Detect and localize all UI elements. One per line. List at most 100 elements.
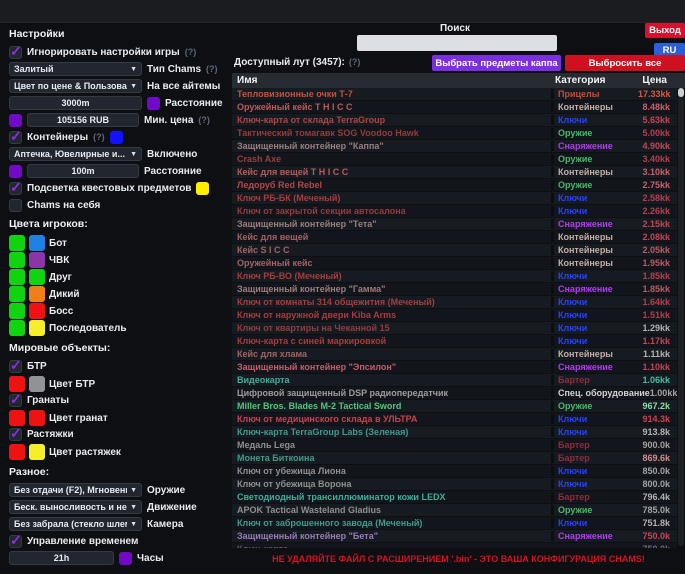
color-swatch[interactable] [147, 97, 160, 110]
table-row[interactable]: Ключ РБ-БК (Меченый)Ключи2.58kk [232, 192, 677, 204]
color-swatch[interactable] [9, 114, 22, 127]
table-row[interactable]: Ключ от наружной двери Kiba ArmsКлючи1.5… [232, 309, 677, 321]
weapon-dropdown[interactable]: Без отдачи (F2), Мгновенное п▼ [9, 483, 142, 497]
table-row[interactable]: APOK Tactical Wasteland GladiusОружие785… [232, 504, 677, 516]
table-row[interactable]: Ключ-карта750.0k [232, 543, 677, 548]
item-name: Защищенный контейнер "Эпсилон" [232, 362, 551, 372]
player-type-label: Последователь [49, 323, 127, 334]
table-row[interactable]: Тактический томагавк SOG Voodoo HawkОруж… [232, 127, 677, 139]
table-row[interactable]: Защищенный контейнер "Гамма"Снаряжение1.… [232, 283, 677, 295]
color-swatch[interactable] [29, 235, 45, 251]
grenades-checkbox[interactable] [9, 394, 22, 407]
chams-type-dropdown[interactable]: Залитый▼ [9, 62, 142, 76]
color-mode-dropdown[interactable]: Цвет по цене & Пользователь▼ [9, 79, 142, 93]
table-row[interactable]: Тепловизионные очки Т-7Прицелы17.33kk [232, 88, 677, 100]
table-row[interactable]: Кейс для хламаКонтейнеры1.11kk [232, 348, 677, 360]
table-row[interactable]: Защищенный контейнер "Тета"Снаряжение2.1… [232, 218, 677, 230]
table-row[interactable]: Ключ от убежища ВоронаКлючи800.0k [232, 478, 677, 490]
table-row[interactable]: Miller Bros. Blades M-2 Tactical SwordОр… [232, 400, 677, 412]
containers-distance-input[interactable]: 100m [27, 164, 139, 178]
color-swatch[interactable] [29, 269, 45, 285]
color-swatch[interactable] [9, 286, 25, 302]
table-row[interactable]: Ключ от квартиры на Чеканной 15Ключи1.29… [232, 322, 677, 334]
chams-self-checkbox[interactable] [9, 199, 22, 212]
table-row[interactable]: Crash AxeОружие3.40kk [232, 153, 677, 165]
color-swatch[interactable] [29, 376, 45, 392]
search-input[interactable] [357, 35, 557, 51]
table-row[interactable]: Оружейный кейсКонтейнеры1.95kk [232, 257, 677, 269]
help-hint: (?) [93, 132, 105, 142]
item-category: Ключи [551, 323, 638, 333]
table-row[interactable]: Ключ от заброшенного завода (Меченый)Клю… [232, 517, 677, 529]
item-price: 1.11kk [638, 349, 677, 359]
item-price: 2.08kk [638, 232, 677, 242]
table-row[interactable]: Ключ от убежища ЛионаКлючи850.0k [232, 465, 677, 477]
title-bar [0, 0, 685, 23]
color-swatch[interactable] [29, 320, 45, 336]
containers-distance-label: Расстояние [144, 166, 202, 177]
containers-filter-dropdown[interactable]: Аптечка, Ювелирные и...▼ [9, 147, 142, 161]
color-swatch[interactable] [9, 269, 25, 285]
color-swatch[interactable] [9, 165, 22, 178]
select-kappa-items-button[interactable]: Выбрать предметы каппа [432, 55, 561, 71]
table-row[interactable]: Светодиодный трансиллюминатор кожи LEDXБ… [232, 491, 677, 503]
item-name: Ключ РБ-ВО (Меченый) [232, 271, 551, 281]
min-price-input[interactable]: 105156 RUB [27, 113, 139, 127]
scrollbar-thumb[interactable] [678, 88, 684, 97]
item-price: 1.85kk [638, 284, 677, 294]
color-swatch[interactable] [110, 131, 123, 144]
table-row[interactable]: Защищенный контейнер "Каппа"Снаряжение4.… [232, 140, 677, 152]
color-swatch[interactable] [29, 252, 45, 268]
color-swatch[interactable] [9, 252, 25, 268]
table-row[interactable]: Оружейный кейс T H I C CКонтейнеры8.48kk [232, 101, 677, 113]
table-row[interactable]: Ключ РБ-ВО (Меченый)Ключи1.85kk [232, 270, 677, 282]
btr-checkbox[interactable] [9, 360, 22, 373]
color-swatch[interactable] [9, 303, 25, 319]
table-row[interactable]: Ключ-карта с синей маркировкойКлючи1.17k… [232, 335, 677, 347]
color-swatch[interactable] [29, 410, 45, 426]
table-row[interactable]: Ключ от комнаты 314 общежития (Меченый)К… [232, 296, 677, 308]
table-row[interactable]: Цифровой защищенный DSP радиопередатчикС… [232, 387, 677, 399]
color-swatch[interactable] [29, 303, 45, 319]
table-row[interactable]: Кейс для вещей T H I C CКонтейнеры3.10kk [232, 166, 677, 178]
tripwires-checkbox[interactable] [9, 428, 22, 441]
color-swatch[interactable] [9, 444, 25, 460]
color-swatch[interactable] [9, 320, 25, 336]
ignore-game-settings-checkbox[interactable] [9, 46, 22, 59]
item-price: 3.40kk [638, 154, 677, 164]
drop-all-button[interactable]: Выбросить все [565, 55, 685, 71]
color-swatch[interactable] [29, 444, 45, 460]
table-row[interactable]: Кейс S I C CКонтейнеры2.05kk [232, 244, 677, 256]
table-row[interactable]: Ключ от закрытой секции автосалонаКлючи2… [232, 205, 677, 217]
table-row[interactable]: Ледоруб Red RebelОружие2.75kk [232, 179, 677, 191]
item-name: Оружейный кейс T H I C C [232, 102, 551, 112]
camera-dropdown[interactable]: Без забрала (стекло шлема)▼ [9, 517, 142, 531]
item-category: Ключи [551, 115, 638, 125]
table-row[interactable]: Ключ-карта TerraGroup Labs (Зеленая)Ключ… [232, 426, 677, 438]
table-row[interactable]: Ключ от медицинского склада в УЛЬТРАКлюч… [232, 413, 677, 425]
exit-button[interactable]: Выход [645, 23, 685, 38]
scrollbar-track[interactable] [678, 88, 684, 546]
table-row[interactable]: Защищенный контейнер "Эпсилон"Снаряжение… [232, 361, 677, 373]
table-row[interactable]: Медаль LegaБартер900.0k [232, 439, 677, 451]
color-swatch[interactable] [9, 235, 25, 251]
quest-highlight-checkbox[interactable] [9, 182, 22, 195]
color-swatch[interactable] [196, 182, 209, 195]
table-row[interactable]: Монета БиткоинаБартер869.6k [232, 452, 677, 464]
item-category: Снаряжение [551, 362, 638, 372]
color-swatch[interactable] [29, 286, 45, 302]
table-row[interactable]: Кейс для вещейКонтейнеры2.08kk [232, 231, 677, 243]
table-row[interactable]: Защищенный контейнер "Бета"Снаряжение750… [232, 530, 677, 542]
table-row[interactable]: Ключ-карта от склада TerraGroupКлючи5.63… [232, 114, 677, 126]
table-header: Имя Категория Цена [232, 73, 685, 88]
table-row[interactable]: ВидеокартаБартер1.06kk [232, 374, 677, 386]
movement-dropdown[interactable]: Беск. выносливость и нет уста▼ [9, 500, 142, 514]
movement-label: Движение [147, 502, 197, 513]
time-control-checkbox[interactable] [9, 535, 22, 548]
hours-input[interactable]: 21h [9, 551, 114, 565]
color-swatch[interactable] [119, 552, 132, 565]
item-name: Кейс S I C C [232, 245, 551, 255]
distance-input[interactable]: 3000m [9, 96, 142, 110]
item-category: Ключи [551, 193, 638, 203]
containers-checkbox[interactable] [9, 131, 22, 144]
